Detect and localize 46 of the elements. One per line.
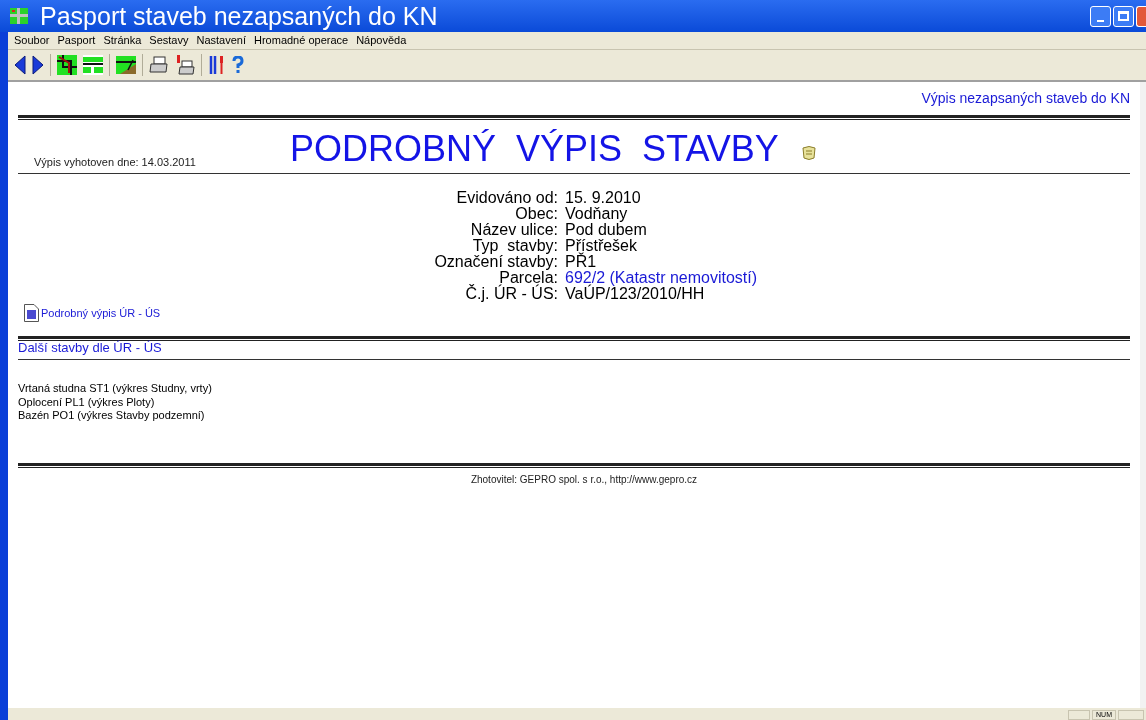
menu-item[interactable]: Nápověda (356, 32, 407, 49)
status-panel (1118, 710, 1144, 720)
app-icon (10, 8, 28, 24)
field-label: Evidováno od: (455, 190, 558, 206)
close-button[interactable] (1136, 5, 1146, 27)
field-value: Vodňany (565, 206, 628, 222)
help-icon[interactable] (232, 56, 244, 74)
field-label: Parcela: (499, 270, 558, 286)
field-label: Název ulice: (469, 222, 558, 238)
menu-item[interactable]: Sestavy (149, 32, 189, 49)
maximize-button[interactable] (1113, 5, 1134, 27)
section-title: Další stavby dle ÚR - ÚS (18, 338, 162, 357)
field-label: Typ stavby: (472, 238, 558, 254)
field-value: PŘ1 (565, 254, 597, 270)
footer-text: Zhotovitel: GEPRO spol. s r.o., http://www.gepro.cz (470, 472, 698, 487)
header-link[interactable]: Výpis nezapsaných staveb do KN (921, 88, 1130, 109)
printer-settings-icon[interactable] (175, 55, 195, 75)
field-label: Označení stavby: (433, 254, 558, 270)
menu-item[interactable]: Stránka (103, 32, 142, 49)
menu-item[interactable]: Nastavení (196, 32, 246, 49)
field-value: Přístřešek (565, 238, 638, 254)
minimize-button[interactable] (1090, 5, 1111, 27)
field-label: Č.j. ÚR - ÚS: (464, 286, 558, 302)
printer-icon[interactable] (149, 56, 169, 74)
menu-item[interactable]: Pasport (57, 32, 96, 49)
menu-item[interactable]: Hromadné operace (254, 32, 349, 49)
forward-arrow-icon[interactable] (32, 55, 44, 75)
field-value: VaÚP/123/2010/HH (565, 286, 705, 302)
plan-icon[interactable] (83, 55, 103, 75)
building-item: Oplocení PL1 (výkres Ploty) (18, 395, 156, 409)
field-value: 15. 9.2010 (565, 190, 642, 206)
menu-item[interactable]: Soubor (14, 32, 50, 49)
building-item: Vrtaná studna ST1 (výkres Studny, vrty) (18, 382, 213, 396)
field-value: Pod dubem (565, 222, 648, 238)
window-title: Pasport staveb nezapsaných do KN (40, 3, 438, 29)
tools-icon[interactable] (208, 55, 226, 75)
document-icon (24, 304, 39, 322)
report-date: Výpis vyhotoven dne: 14.03.2011 (34, 154, 197, 170)
building-item: Bazén PO1 (výkres Stavby podzemní) (18, 409, 206, 423)
terrain-icon[interactable] (116, 56, 136, 74)
back-arrow-icon[interactable] (14, 55, 26, 75)
page-title: PODROBNÝ VÝPIS STAVBY (290, 131, 779, 167)
detail-link[interactable]: Podrobný výpis ÚR - ÚS (41, 304, 161, 322)
map-icon[interactable] (57, 55, 77, 75)
field-label: Obec: (514, 206, 558, 222)
status-panel (1068, 710, 1090, 720)
